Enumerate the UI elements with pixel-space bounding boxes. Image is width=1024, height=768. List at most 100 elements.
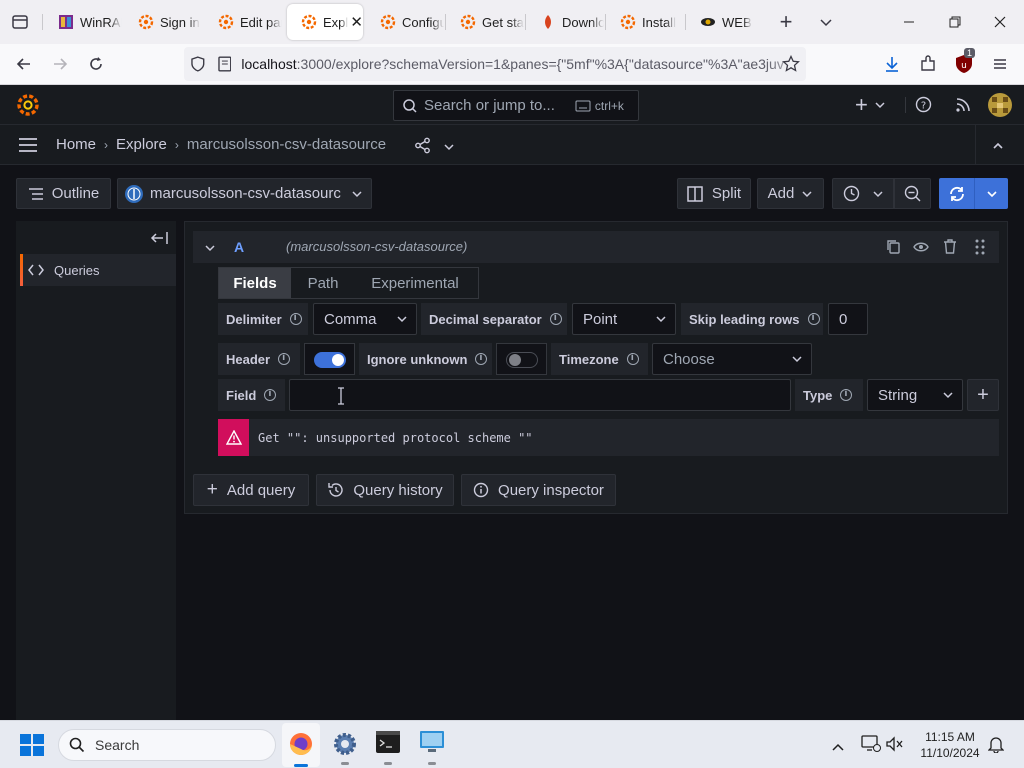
field-name-input[interactable] <box>289 379 791 411</box>
downloads-icon[interactable] <box>880 52 904 76</box>
browser-tab-winrar[interactable]: WinRAR <box>44 4 122 40</box>
info-icon[interactable] <box>475 353 488 365</box>
restore-window-icon[interactable] <box>943 10 967 34</box>
datasource-picker[interactable]: marcusolsson-csv-datasourc <box>117 178 372 209</box>
type-select[interactable]: String <box>867 379 963 411</box>
app-menu-icon[interactable] <box>988 52 1012 76</box>
close-window-icon[interactable] <box>988 10 1012 34</box>
new-plus-icon[interactable]: + <box>855 92 868 118</box>
ublock-origin-icon[interactable]: u 1 <box>952 48 976 76</box>
share-icon[interactable] <box>414 137 431 159</box>
add-field-button[interactable]: + <box>967 379 999 411</box>
reload-icon[interactable] <box>84 52 108 76</box>
volume-muted-icon[interactable] <box>886 736 904 757</box>
grafana-logo-icon[interactable] <box>16 93 40 122</box>
page-info-icon[interactable] <box>217 56 232 72</box>
browser-tab-explore[interactable]: Explore ✕ <box>287 4 363 40</box>
info-icon[interactable] <box>807 313 820 325</box>
browser-tab-configure[interactable]: Configure <box>366 4 444 40</box>
extensions-icon[interactable] <box>916 52 940 76</box>
refresh-icon[interactable] <box>939 178 975 209</box>
tab-fields[interactable]: Fields <box>219 268 291 298</box>
query-inspector-button[interactable]: Query inspector <box>461 474 616 506</box>
tray-overflow-chevron-icon[interactable] <box>831 739 845 757</box>
browser-tab-get-started[interactable]: Get started <box>446 4 524 40</box>
windows-start-icon[interactable] <box>20 734 44 761</box>
error-alert: Get "": unsupported protocol scheme "" <box>218 419 999 456</box>
info-icon[interactable] <box>840 389 853 401</box>
skip-leading-rows-input[interactable]: 0 <box>828 303 868 335</box>
split-button[interactable]: Split <box>677 178 751 209</box>
menu-hamburger-icon[interactable] <box>18 137 38 158</box>
browser-tab-install[interactable]: Install <box>606 4 684 40</box>
delimiter-select[interactable]: Comma <box>313 303 417 335</box>
browser-tab-web[interactable]: WEB <box>686 4 766 40</box>
new-tab-icon[interactable]: + <box>774 9 798 34</box>
search-bar[interactable]: Search or jump to... ctrl+k <box>393 90 639 121</box>
collapse-up-chevron-icon[interactable] <box>992 139 1004 157</box>
close-tab-icon[interactable]: ✕ <box>350 13 363 31</box>
drag-handle-icon[interactable] <box>975 239 985 260</box>
sidebar-item-queries[interactable]: Queries <box>20 254 176 286</box>
notification-bell-icon[interactable] <box>987 735 1005 758</box>
breadcrumb-home[interactable]: Home <box>56 136 96 153</box>
new-chevron-icon[interactable] <box>874 98 886 116</box>
add-query-button[interactable]: + Add query <box>193 474 309 506</box>
news-feed-icon[interactable] <box>955 97 971 118</box>
time-picker-button[interactable] <box>832 178 894 209</box>
query-ref-id[interactable]: A <box>234 239 244 255</box>
info-icon[interactable] <box>289 313 302 325</box>
timezone-select[interactable]: Choose <box>652 343 812 375</box>
network-monitor-icon[interactable] <box>861 735 881 758</box>
outline-button[interactable]: Outline <box>16 178 111 209</box>
breadcrumb-separator-icon: › <box>174 137 179 152</box>
ignore-unknown-toggle[interactable] <box>496 343 547 375</box>
browser-tab-download[interactable]: Download <box>526 4 604 40</box>
settings-gear-icon[interactable] <box>332 731 358 765</box>
query-history-button[interactable]: Query history <box>316 474 454 506</box>
remote-desktop-icon[interactable] <box>420 731 444 765</box>
tab-experimental[interactable]: Experimental <box>355 268 475 298</box>
taskbar-search[interactable]: Search <box>58 729 276 761</box>
shield-icon[interactable] <box>190 56 206 72</box>
bookmark-star-icon[interactable] <box>779 52 803 76</box>
search-icon <box>403 98 417 113</box>
browser-tab-sign-in[interactable]: Sign in <box>124 4 202 40</box>
tab-overview-icon[interactable] <box>8 10 32 34</box>
help-icon[interactable]: ? <box>915 96 932 118</box>
query-datasource-hint: (marcusolsson-csv-datasource) <box>286 239 468 254</box>
decimal-separator-select[interactable]: Point <box>572 303 676 335</box>
tab-path[interactable]: Path <box>291 268 355 298</box>
query-panel: A (marcusolsson-csv-datasource) Fields P… <box>184 221 1008 514</box>
svg-text:u: u <box>961 61 967 71</box>
forward-arrow-icon[interactable] <box>48 52 72 76</box>
browser-tab-edit-panel[interactable]: Edit panel <box>204 4 282 40</box>
user-avatar[interactable] <box>988 93 1012 117</box>
header-toggle[interactable] <box>304 343 355 375</box>
run-query-button[interactable] <box>939 178 1008 209</box>
add-button[interactable]: Add <box>757 178 824 209</box>
collapse-sidebar-icon[interactable] <box>150 231 168 250</box>
breadcrumb-explore[interactable]: Explore <box>116 136 167 153</box>
delete-query-trash-icon[interactable] <box>943 239 957 259</box>
duplicate-query-icon[interactable] <box>886 239 901 259</box>
info-icon[interactable] <box>549 313 562 325</box>
download-site-icon <box>545 15 551 29</box>
taskbar-firefox[interactable] <box>282 723 320 767</box>
info-icon[interactable] <box>278 353 291 365</box>
info-icon[interactable] <box>626 353 639 365</box>
collapse-query-chevron-icon[interactable] <box>204 241 216 259</box>
zoom-out-button[interactable] <box>894 178 931 209</box>
hide-query-eye-icon[interactable] <box>913 240 929 258</box>
terminal-icon[interactable] <box>376 731 400 765</box>
url-bar[interactable]: localhost :3000/explore?schemaVersion=1&… <box>184 47 806 81</box>
back-arrow-icon[interactable] <box>12 52 36 76</box>
list-tabs-chevron-icon[interactable] <box>814 10 838 34</box>
share-chevron-icon[interactable] <box>443 140 455 158</box>
grafana-icon <box>620 14 636 30</box>
taskbar-clock[interactable]: 11:15 AM 11/10/2024 <box>916 729 984 761</box>
minimize-window-icon[interactable] <box>897 10 921 34</box>
grafana-icon <box>380 14 396 30</box>
info-icon[interactable] <box>264 389 277 401</box>
run-options-chevron-icon[interactable] <box>975 178 1008 209</box>
